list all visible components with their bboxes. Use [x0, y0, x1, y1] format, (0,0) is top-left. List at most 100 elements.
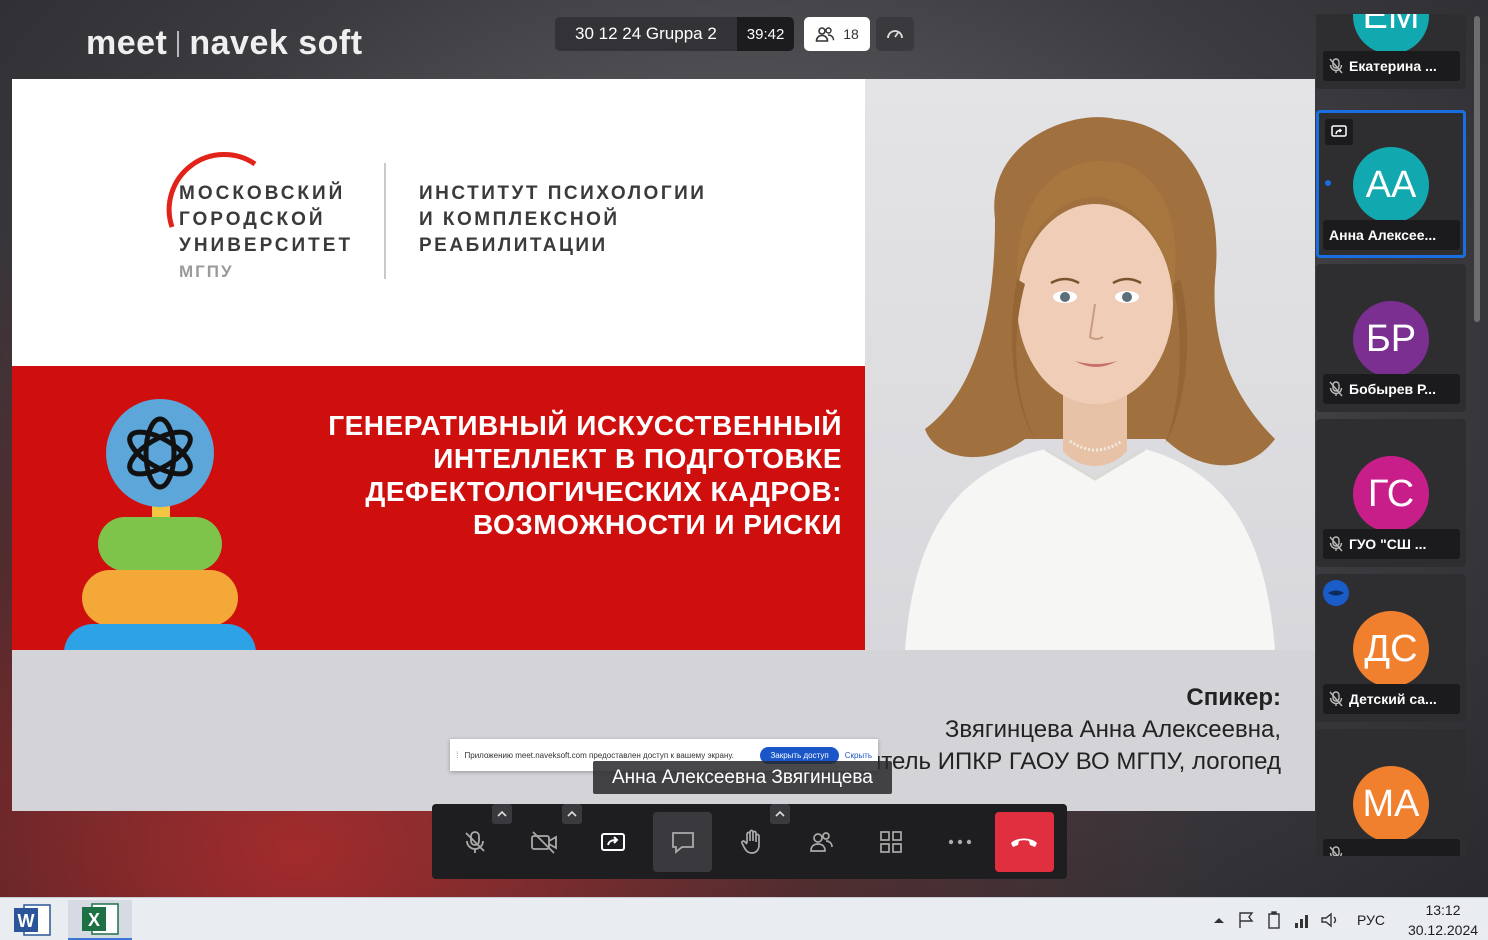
- participant-tile[interactable]: ЕМ Екатерина ...: [1316, 14, 1466, 89]
- speedometer-icon: [887, 30, 903, 39]
- participant-name-bar: Бобырев Р...: [1323, 374, 1460, 404]
- battery-icon[interactable]: [1260, 910, 1288, 930]
- svg-text:X: X: [88, 910, 100, 930]
- avatar-initials: ЕМ: [1362, 14, 1420, 37]
- raise-hand-button[interactable]: [722, 803, 790, 872]
- system-tray: РУС 13:12 30.12.2024: [1206, 898, 1488, 940]
- participant-name-bar: Детский са...: [1323, 684, 1460, 714]
- camera-button[interactable]: [514, 803, 582, 872]
- meeting-timer: 39:42: [736, 17, 795, 51]
- participants-count-button[interactable]: 18: [804, 17, 870, 51]
- university-name: МОСКОВСКИЙ ГОРОДСКОЙ УНИВЕРСИТЕТ МГПУ: [179, 181, 353, 285]
- avatar: ГС: [1353, 456, 1429, 532]
- participant-tile[interactable]: АА Анна Алексее...: [1316, 110, 1466, 258]
- screen-share-icon: [1331, 125, 1347, 137]
- participant-name: ГУО "СШ ...: [1349, 536, 1427, 552]
- reactions-options-button[interactable]: [769, 803, 790, 824]
- avatar-initials: ГС: [1367, 472, 1415, 515]
- mic-options-button[interactable]: [492, 803, 513, 824]
- leave-call-button[interactable]: [994, 811, 1054, 872]
- more-dots-icon: [948, 839, 972, 844]
- mic-off-icon: [1329, 58, 1343, 74]
- avatar-initials: ДС: [1364, 627, 1418, 670]
- layout-button[interactable]: [861, 812, 920, 872]
- participant-name-bar: Анна Алексее...: [1323, 220, 1460, 250]
- clock[interactable]: 13:12 30.12.2024: [1398, 900, 1488, 940]
- slide-header: МОСКОВСКИЙ ГОРОДСКОЙ УНИВЕРСИТЕТ МГПУ ИН…: [12, 79, 865, 366]
- logo-separator: [177, 30, 180, 57]
- participant-tile[interactable]: ДС Детский са...: [1316, 574, 1466, 722]
- input-language[interactable]: РУС: [1344, 912, 1398, 928]
- participant-name: Екатерина ...: [1349, 58, 1437, 74]
- active-speaker-label: Анна Алексеевна Звягинцева: [593, 761, 892, 794]
- participant-name-bar: ГУО "СШ ...: [1323, 529, 1460, 559]
- chevron-up-icon[interactable]: [1206, 910, 1232, 930]
- camera-options-button[interactable]: [561, 803, 582, 824]
- chevron-up-icon: [497, 810, 507, 817]
- participant-tile[interactable]: МА: [1316, 729, 1466, 856]
- logo-divider: [384, 163, 386, 279]
- participants-button[interactable]: [792, 812, 851, 872]
- slide-title: ГЕНЕРАТИВНЫЙ ИСКУССТВЕННЫЙ ИНТЕЛЛЕКТ В П…: [272, 409, 842, 541]
- shared-screen: МОСКОВСКИЙ ГОРОДСКОЙ УНИВЕРСИТЕТ МГПУ ИН…: [12, 79, 1315, 811]
- slide-title-line-3: ДЕФЕКТОЛОГИЧЕСКИХ КАДРОВ:: [365, 476, 842, 507]
- microphone-button[interactable]: [445, 803, 513, 872]
- grid-icon: [879, 830, 902, 853]
- clock-date: 30.12.2024: [1407, 921, 1479, 938]
- hide-notice-button[interactable]: Скрыть: [845, 751, 872, 760]
- meeting-info: 30 12 24 Gruppa 2 39:42: [555, 17, 795, 51]
- slide-title-line-1: ГЕНЕРАТИВНЫЙ ИСКУССТВЕННЫЙ: [328, 410, 842, 441]
- mic-off-icon: [1329, 381, 1343, 397]
- sharing-badge: [1325, 119, 1353, 145]
- speaker-portrait: [905, 117, 1275, 650]
- participants-count: 18: [843, 26, 859, 42]
- call-toolbar: [432, 803, 1067, 879]
- participants-sidebar: ЕМ Екатерина ... АА Анна Алексее... БР Б…: [1316, 14, 1472, 856]
- mic-off-icon: [1329, 846, 1343, 856]
- institute-line-3: РЕАБИЛИТАЦИИ: [419, 235, 608, 256]
- volume-icon[interactable]: [1316, 910, 1344, 930]
- mask-icon: [1323, 580, 1349, 606]
- network-icon[interactable]: [1288, 910, 1316, 930]
- university-line-1: МОСКОВСКИЙ: [179, 183, 346, 204]
- flag-icon[interactable]: [1232, 910, 1260, 930]
- camera-off-icon: [531, 830, 557, 854]
- institute-line-2: И КОМПЛЕКСНОЙ: [419, 209, 620, 230]
- meeting-name: 30 12 24 Gruppa 2: [555, 17, 737, 51]
- sidebar-scrollbar[interactable]: [1474, 16, 1480, 322]
- screen-share-icon: [601, 832, 626, 851]
- taskbar-excel[interactable]: X: [68, 900, 132, 940]
- participant-tile[interactable]: БР Бобырев Р...: [1316, 264, 1466, 412]
- chevron-up-icon: [775, 810, 785, 817]
- mic-off-icon: [1329, 691, 1343, 707]
- university-line-2: ГОРОДСКОЙ: [179, 209, 326, 230]
- excel-icon: X: [82, 903, 119, 935]
- institute-line-1: ИНСТИТУТ ПСИХОЛОГИИ: [419, 183, 707, 204]
- share-notice-text: Приложению meet.naveksoft.com предоставл…: [464, 750, 734, 760]
- hand-icon: [741, 829, 760, 854]
- taskbar-word[interactable]: W: [0, 900, 64, 940]
- phone-hangup-icon: [1011, 838, 1038, 847]
- institute-name: ИНСТИТУТ ПСИХОЛОГИИ И КОМПЛЕКСНОЙ РЕАБИЛ…: [419, 181, 706, 259]
- more-options-button[interactable]: [930, 812, 989, 872]
- participant-name-bar: Екатерина ...: [1323, 51, 1460, 81]
- participant-tile[interactable]: ГС ГУО "СШ ...: [1316, 419, 1466, 567]
- chat-button[interactable]: [652, 811, 713, 872]
- top-bar: meet navek soft 30 12 24 Gruppa 2 39:42 …: [0, 0, 1300, 78]
- slide-title-line-2: ИНТЕЛЛЕКТ В ПОДГОТОВКЕ: [433, 443, 842, 474]
- university-short-name: МГПУ: [179, 262, 234, 281]
- chat-icon: [671, 831, 694, 854]
- avatar-initials: АА: [1365, 163, 1417, 206]
- avatar-initials: МА: [1362, 782, 1420, 825]
- vpn-badge: [1322, 580, 1350, 606]
- speaking-indicator: [1325, 180, 1331, 186]
- connection-quality-button[interactable]: [876, 17, 914, 51]
- mic-off-icon: [1329, 536, 1343, 552]
- chevron-up-icon: [567, 810, 577, 817]
- avatar: АА: [1353, 147, 1429, 223]
- drag-handle-icon[interactable]: ⁞: [456, 750, 459, 760]
- people-icon: [815, 27, 835, 42]
- screen-share-button[interactable]: [584, 812, 643, 872]
- participants-icon: [810, 831, 834, 852]
- university-line-3: УНИВЕРСИТЕТ: [179, 235, 354, 256]
